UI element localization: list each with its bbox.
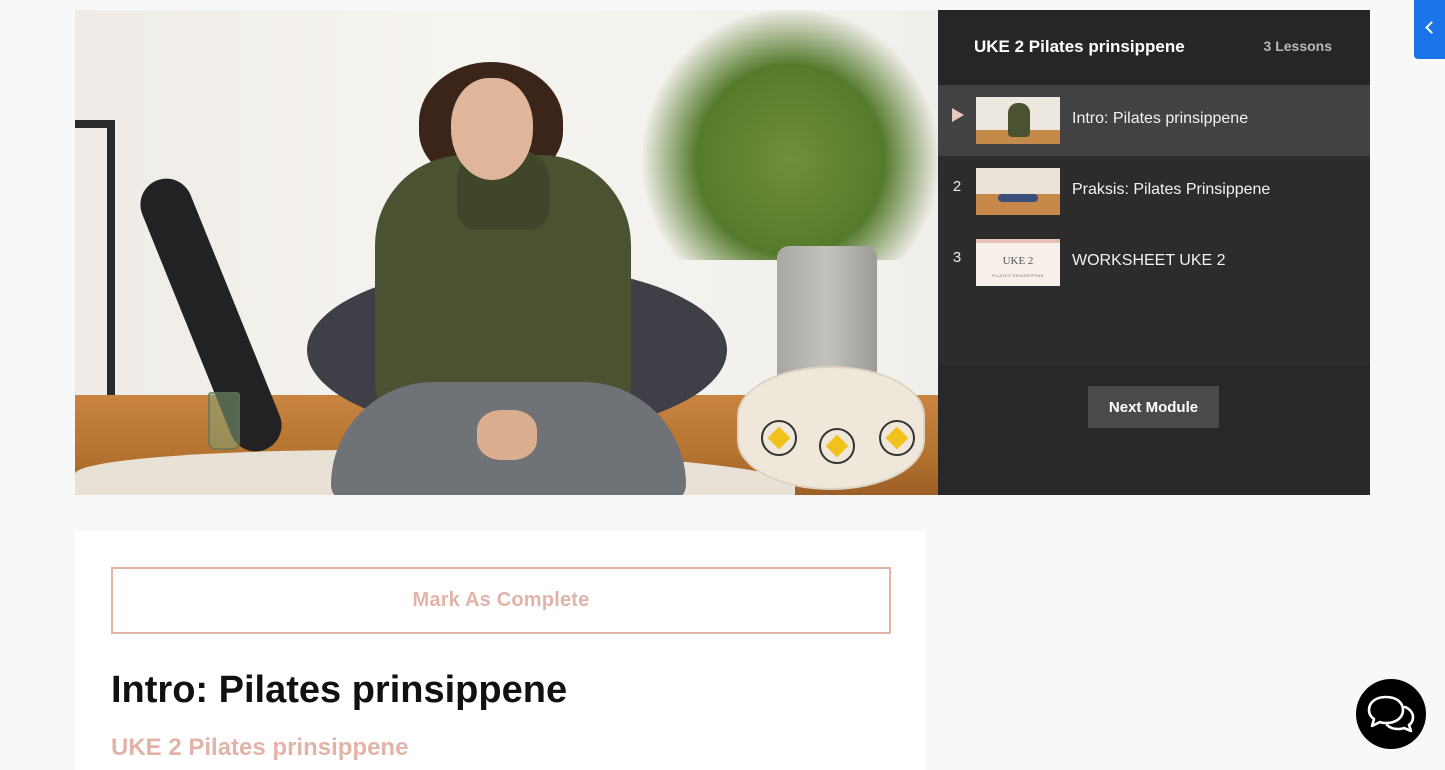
- video-stool: [75, 120, 115, 400]
- lesson-number: 2: [952, 178, 962, 195]
- panel-header: UKE 2 Pilates prinsippene 3 Lessons: [938, 10, 1370, 85]
- lesson-item-intro[interactable]: Intro: Pilates prinsippene: [938, 85, 1370, 156]
- lesson-item-worksheet[interactable]: 3 UKE 2 PILATES PRINSIPPENE WORKSHEET UK…: [938, 227, 1370, 298]
- worksheet-thumb-title: UKE 2: [1002, 255, 1034, 267]
- lesson-thumbnail: UKE 2 PILATES PRINSIPPENE: [976, 239, 1060, 286]
- lesson-heading: Intro: Pilates prinsippene: [111, 669, 568, 711]
- video-player[interactable]: [75, 10, 938, 495]
- next-module-button[interactable]: Next Module: [1088, 386, 1219, 428]
- lesson-list: Intro: Pilates prinsippene 2 Praksis: Pi…: [938, 85, 1370, 428]
- lesson-thumbnail: [976, 97, 1060, 144]
- module-title: UKE 2 Pilates prinsippene: [974, 37, 1185, 56]
- worksheet-thumb-subtitle: PILATES PRINSIPPENE: [992, 273, 1044, 278]
- lesson-title: Praksis: Pilates Prinsippene: [1072, 181, 1271, 198]
- pouf-symbol: [761, 420, 797, 456]
- collapse-sidebar-tab[interactable]: [1414, 0, 1445, 59]
- video-person-hands: [477, 410, 537, 460]
- pouf-symbol: [819, 428, 855, 464]
- chat-bubbles-icon: [1367, 695, 1415, 733]
- lesson-panel: UKE 2 Pilates prinsippene 3 Lessons Intr…: [938, 10, 1370, 495]
- lesson-title: Intro: Pilates prinsippene: [1072, 110, 1249, 127]
- mark-complete-button[interactable]: Mark As Complete: [111, 567, 891, 634]
- chat-button[interactable]: [1356, 679, 1426, 749]
- chevron-left-icon: [1425, 21, 1438, 34]
- video-glass: [208, 392, 240, 450]
- video-person-face: [451, 78, 533, 180]
- lesson-thumbnail: [976, 168, 1060, 215]
- video-pouf: [737, 366, 925, 490]
- module-subtitle: UKE 2 Pilates prinsippene: [111, 734, 409, 761]
- pouf-symbol: [879, 420, 915, 456]
- lesson-item-praksis[interactable]: 2 Praksis: Pilates Prinsippene: [938, 156, 1370, 227]
- play-icon: [952, 108, 964, 122]
- lesson-title: WORKSHEET UKE 2: [1072, 252, 1226, 269]
- lesson-content-card: Mark As Complete Intro: Pilates prinsipp…: [75, 531, 926, 770]
- lesson-number: 3: [952, 249, 962, 266]
- video-plant: [643, 10, 938, 260]
- lesson-count: 3 Lessons: [1263, 38, 1332, 54]
